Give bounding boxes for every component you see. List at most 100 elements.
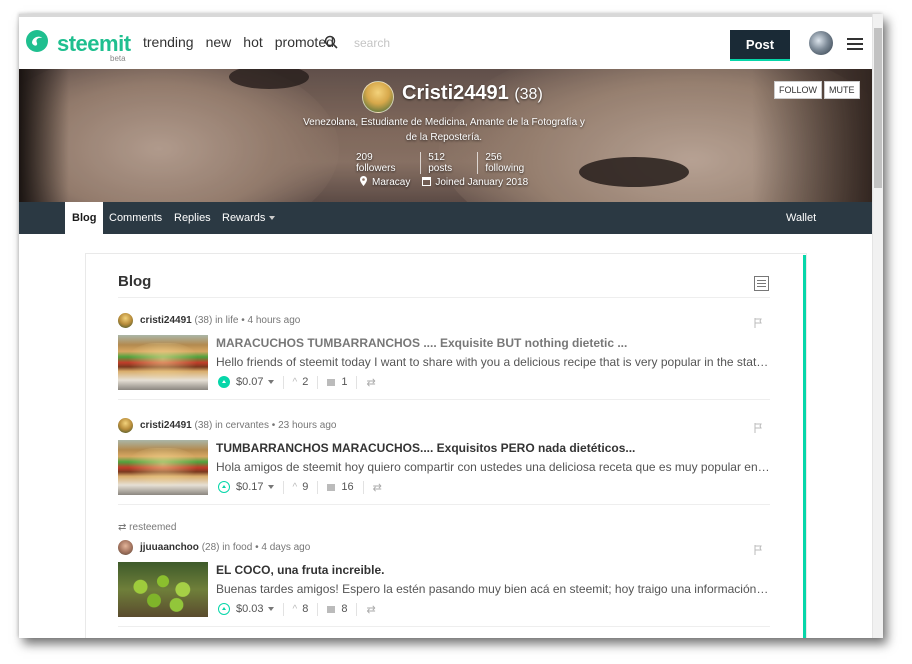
steemit-logo-icon[interactable]: [25, 29, 49, 53]
profile-avatar: [362, 81, 394, 113]
chevron-down-icon[interactable]: [267, 485, 274, 489]
comments-count[interactable]: 16: [341, 481, 353, 493]
nav-new[interactable]: new: [206, 34, 232, 50]
profile-joined: Joined January 2018: [422, 176, 528, 188]
post-actions: $0.17 ^ 9 16 ⇄: [218, 479, 382, 495]
tab-comments[interactable]: Comments: [109, 202, 162, 234]
payout-value[interactable]: $0.07: [236, 376, 264, 388]
tab-rewards[interactable]: Rewards: [222, 202, 276, 234]
author-avatar[interactable]: [118, 313, 133, 328]
author-name[interactable]: jjuuaanchoo: [140, 542, 199, 553]
following-count[interactable]: 256 following: [477, 152, 549, 174]
mute-button[interactable]: MUTE: [824, 81, 860, 99]
upvote-icon[interactable]: [218, 376, 230, 388]
resteem-icon[interactable]: ⇄: [373, 481, 382, 494]
hamburger-menu-icon[interactable]: [847, 38, 863, 50]
profile-name-line: Cristi24491 (38): [402, 82, 543, 105]
author-reputation: (38): [194, 420, 213, 431]
post-title[interactable]: MARACUCHOS TUMBARRANCHOS .... Exquisite …: [216, 336, 627, 350]
flag-icon[interactable]: [754, 318, 762, 328]
divider: [118, 399, 770, 400]
upvote-icon[interactable]: [218, 481, 230, 493]
calendar-icon: [422, 177, 432, 186]
post-excerpt[interactable]: Hola amigos de steemit hoy quiero compar…: [216, 460, 770, 474]
search-icon[interactable]: [324, 35, 338, 49]
posts-count: 512 posts: [420, 152, 477, 174]
beta-label: beta: [110, 54, 126, 63]
resteem-icon[interactable]: ⇄: [366, 603, 375, 616]
author-name[interactable]: cristi24491: [140, 315, 192, 326]
comments-count[interactable]: 1: [341, 376, 347, 388]
flag-icon[interactable]: [754, 423, 762, 433]
post-button[interactable]: Post: [730, 30, 790, 61]
nav-hot[interactable]: hot: [243, 34, 262, 50]
post-time[interactable]: 23 hours ago: [278, 420, 336, 431]
profile-location: Maracay: [359, 176, 410, 188]
post-byline: jjuuaanchoo (28) in food • 4 days ago: [140, 542, 311, 553]
main-nav: trending new hot promoted: [143, 34, 334, 50]
chevron-down-icon: [269, 216, 276, 220]
post-thumbnail[interactable]: [118, 562, 208, 617]
profile-name: Cristi24491: [402, 82, 509, 104]
post-category[interactable]: food: [233, 542, 252, 553]
profile-bio: Venezolana, Estudiante de Medicina, Aman…: [303, 117, 585, 143]
payout-value[interactable]: $0.03: [236, 603, 264, 615]
post-excerpt[interactable]: Buenas tardes amigos! Espero la estén pa…: [216, 582, 770, 596]
layout-toggle-icon[interactable]: [754, 276, 769, 291]
comment-icon: [327, 378, 336, 386]
post-actions: $0.07 ^ 2 1 ⇄: [218, 374, 376, 390]
post-thumbnail[interactable]: [118, 440, 208, 495]
tab-wallet[interactable]: Wallet: [786, 202, 816, 234]
author-reputation: (28): [201, 542, 220, 553]
accent-border: [803, 255, 806, 638]
followers-count[interactable]: 209 followers: [349, 152, 420, 174]
post-time[interactable]: 4 hours ago: [248, 315, 301, 326]
votes-icon: ^: [292, 603, 298, 615]
profile-reputation: (38): [514, 86, 543, 103]
votes-icon: ^: [292, 481, 298, 493]
author-avatar[interactable]: [118, 540, 133, 555]
post-category[interactable]: life: [226, 315, 239, 326]
upvote-icon[interactable]: [218, 603, 230, 615]
nav-trending[interactable]: trending: [143, 34, 194, 50]
blog-card: Blog cristi24491 (38) in life • 4 hours …: [85, 253, 807, 638]
location-text: Maracay: [372, 177, 411, 188]
post-title[interactable]: TUMBARRANCHOS MARACUCHOS.... Exquisitos …: [216, 441, 635, 455]
votes-count[interactable]: 8: [302, 603, 308, 615]
resteemed-label: ⇄ resteemed: [118, 522, 176, 533]
comments-count[interactable]: 8: [341, 603, 347, 615]
user-avatar[interactable]: [809, 31, 833, 55]
tab-replies[interactable]: Replies: [174, 202, 211, 234]
follow-button[interactable]: FOLLOW: [774, 81, 823, 99]
flag-icon[interactable]: [754, 545, 762, 555]
author-avatar[interactable]: [118, 418, 133, 433]
search-input[interactable]: [352, 32, 476, 54]
divider: [118, 297, 770, 298]
tab-blog[interactable]: Blog: [65, 202, 104, 234]
comment-icon: [327, 483, 336, 491]
divider: [118, 626, 770, 627]
post-category[interactable]: cervantes: [226, 420, 269, 431]
post-time[interactable]: 4 days ago: [261, 542, 310, 553]
browser-window: steemit beta trending new hot promoted P…: [19, 14, 883, 638]
resteemed-text: resteemed: [129, 522, 177, 533]
scrollbar[interactable]: [872, 14, 883, 638]
post-thumbnail[interactable]: [118, 335, 208, 390]
profile-meta: Maracay Joined January 2018: [359, 176, 528, 188]
blog-title: Blog: [118, 273, 152, 290]
divider: [118, 504, 770, 505]
author-name[interactable]: cristi24491: [140, 420, 192, 431]
payout-value[interactable]: $0.17: [236, 481, 264, 493]
chevron-down-icon[interactable]: [267, 380, 274, 384]
resteem-icon: ⇄: [118, 522, 127, 533]
chevron-down-icon[interactable]: [267, 607, 274, 611]
profile-tabs: Blog Comments Replies Rewards Wallet: [19, 202, 872, 234]
scrollbar-thumb[interactable]: [874, 28, 882, 188]
post-actions: $0.03 ^ 8 8 ⇄: [218, 601, 376, 617]
votes-count[interactable]: 2: [302, 376, 308, 388]
votes-count[interactable]: 9: [302, 481, 308, 493]
post-excerpt[interactable]: Hello friends of steemit today I want to…: [216, 355, 770, 369]
resteem-icon[interactable]: ⇄: [366, 376, 375, 389]
post-title[interactable]: EL COCO, una fruta increible.: [216, 563, 384, 577]
post-byline: cristi24491 (38) in cervantes • 23 hours…: [140, 420, 337, 431]
